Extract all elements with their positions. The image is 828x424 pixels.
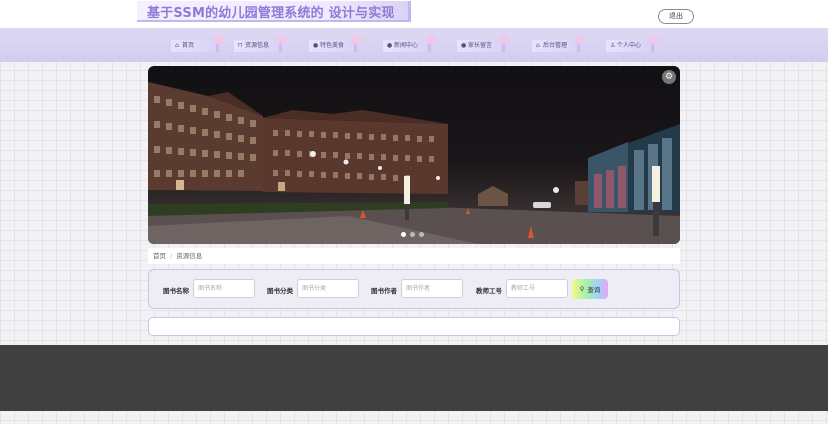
bank-icon: ⌂ bbox=[536, 42, 540, 49]
nav-item-label: 资源信息 bbox=[245, 42, 270, 49]
book-name-input[interactable] bbox=[193, 279, 255, 298]
nav-item-label: 新闻中心 bbox=[394, 42, 419, 49]
banner-image bbox=[148, 82, 680, 244]
search-icon: ⚲ bbox=[579, 285, 585, 293]
nav-item-resources[interactable]: ⊓ 资源信息 bbox=[234, 34, 287, 52]
nav-item-home[interactable]: ⌂ 首页 bbox=[171, 34, 224, 52]
breadcrumb-separator: / bbox=[170, 252, 173, 260]
carousel-dot[interactable] bbox=[410, 232, 415, 237]
header: 基于SSM的幼儿园管理系统的 设计与实现 退出 bbox=[0, 0, 828, 28]
site-title: 基于SSM的幼儿园管理系统的 设计与实现 bbox=[137, 1, 411, 22]
nav-item-messages[interactable]: ● 家长留言 bbox=[457, 34, 510, 52]
teacher-id-input[interactable] bbox=[506, 279, 568, 298]
carousel-dot[interactable] bbox=[419, 232, 424, 237]
teacher-id-label: 教师工号 bbox=[476, 287, 502, 295]
nav-item-label: 后台管理 bbox=[543, 42, 568, 49]
circle-icon: ● bbox=[461, 42, 467, 49]
home-icon: ⌂ bbox=[175, 42, 179, 49]
carousel-dot[interactable] bbox=[401, 232, 406, 237]
book-name-label: 图书名称 bbox=[163, 287, 189, 295]
nav-bar: ⌂ 首页 ⊓ 资源信息 ● 特色美食 ● 新闻中心 ● 家长留言 ⌂ 后台管理 ♙ 个人中心 bbox=[0, 28, 828, 62]
circle-icon: ● bbox=[387, 42, 393, 49]
search-button[interactable]: ⚲ 查询 bbox=[572, 279, 608, 299]
banner-settings-icon[interactable]: ⚙ bbox=[662, 70, 676, 84]
book-author-label: 图书作者 bbox=[371, 287, 397, 295]
book-category-label: 图书分类 bbox=[267, 287, 293, 295]
lock-icon: ⊓ bbox=[238, 42, 243, 49]
user-icon: ♙ bbox=[610, 42, 616, 49]
banner-carousel[interactable]: ⚙ bbox=[148, 66, 680, 244]
search-panel: 图书名称 图书分类 图书作者 教师工号 ⚲查询 bbox=[148, 269, 680, 309]
book-author-input[interactable] bbox=[401, 279, 463, 298]
nav-item-profile[interactable]: ♙ 个人中心 bbox=[606, 34, 659, 52]
footer bbox=[0, 345, 828, 411]
nav-item-admin[interactable]: ⌂ 后台管理 bbox=[532, 34, 585, 52]
results-list bbox=[148, 317, 680, 336]
logout-button[interactable]: 退出 bbox=[658, 9, 694, 24]
book-category-input[interactable] bbox=[297, 279, 359, 298]
nav-item-label: 特色美食 bbox=[320, 42, 345, 49]
nav-item-label: 首页 bbox=[182, 42, 195, 49]
search-button-label: 查询 bbox=[587, 286, 601, 294]
breadcrumb-home-link[interactable]: 首页 bbox=[153, 252, 166, 260]
nav-item-news[interactable]: ● 新闻中心 bbox=[383, 34, 436, 52]
nav-item-label: 个人中心 bbox=[617, 42, 642, 49]
breadcrumb-current: 资源信息 bbox=[176, 252, 203, 260]
circle-icon: ● bbox=[313, 42, 319, 49]
nav-item-label: 家长留言 bbox=[468, 42, 493, 49]
nav-item-food[interactable]: ● 特色美食 bbox=[309, 34, 362, 52]
breadcrumb: 首页 / 资源信息 bbox=[148, 248, 680, 264]
